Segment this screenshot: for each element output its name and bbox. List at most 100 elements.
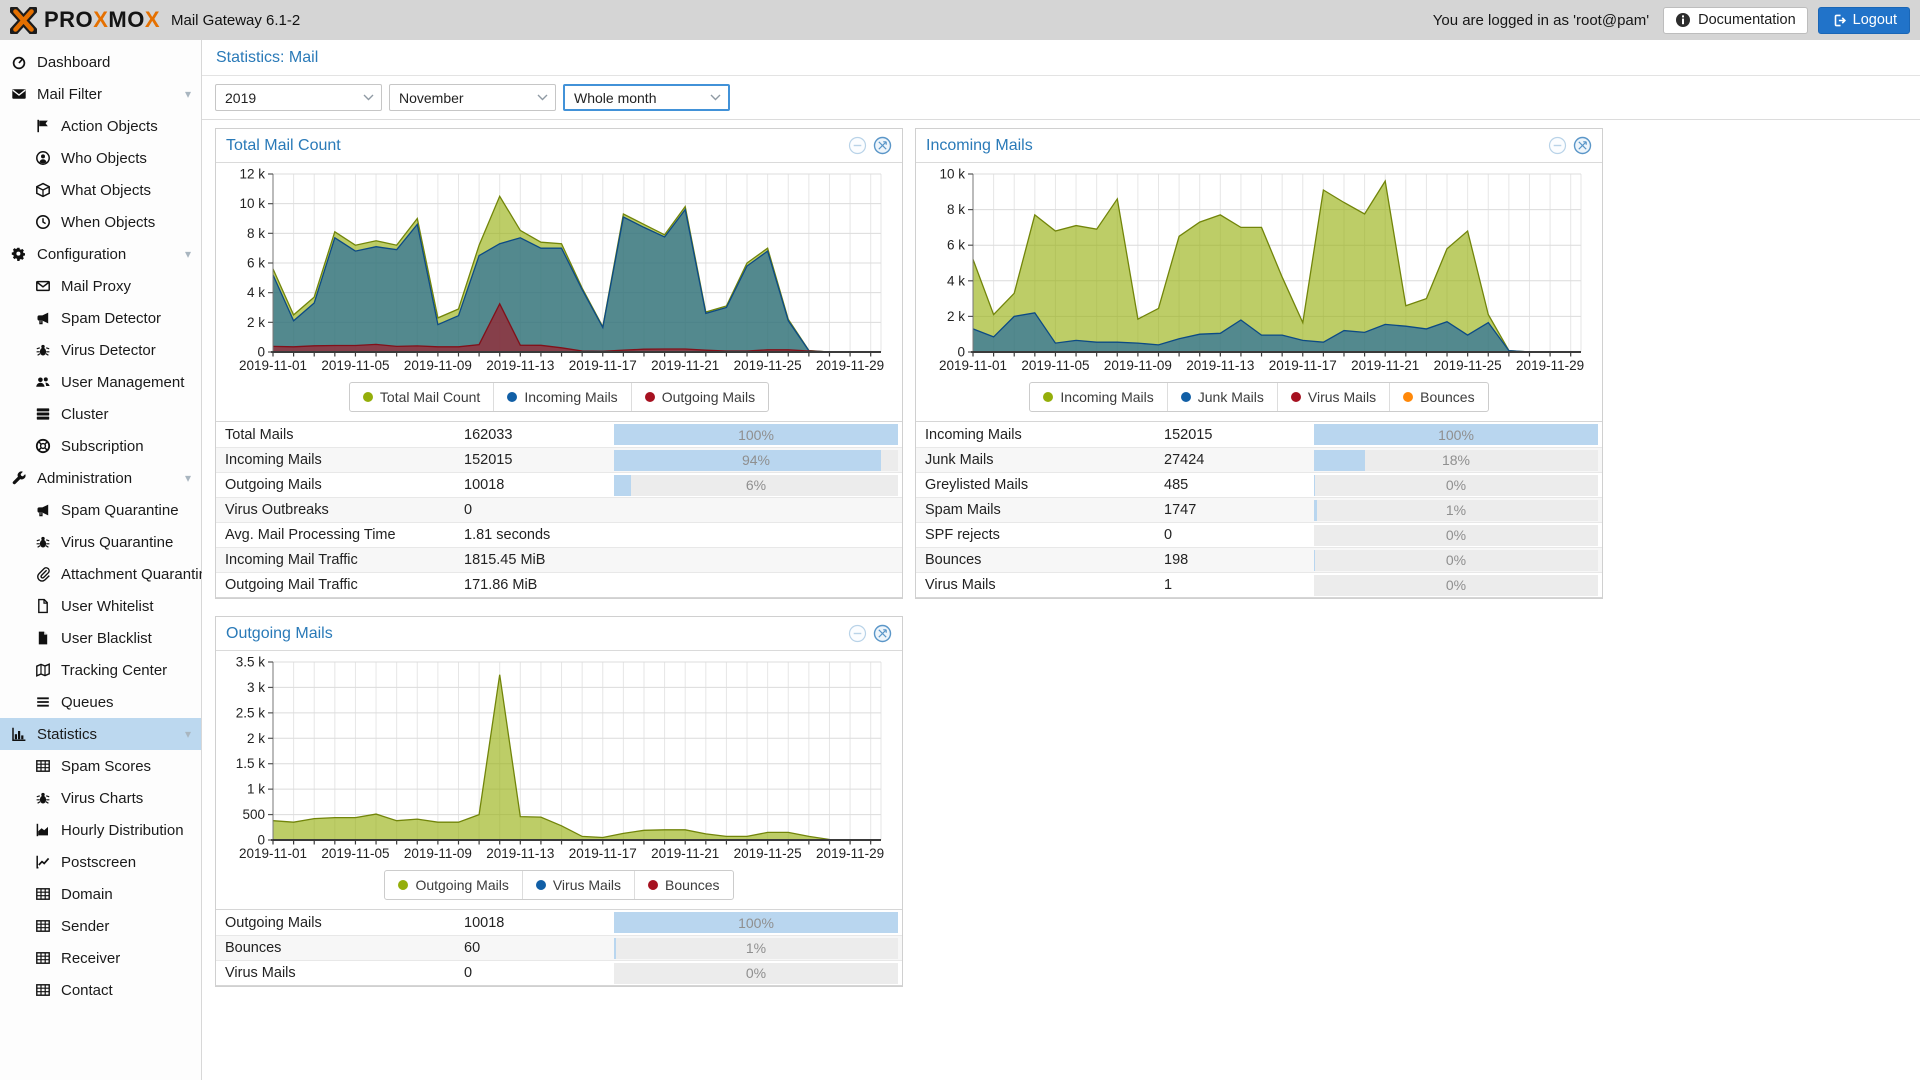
sidebar-item-spam-scores[interactable]: Spam Scores — [0, 750, 201, 782]
panel-tools — [848, 624, 892, 643]
page-title: Statistics: Mail — [216, 49, 318, 67]
sidebar-item-sender[interactable]: Sender — [0, 910, 201, 942]
table-row: Virus Outbreaks0 — [216, 497, 902, 522]
move-window-icon[interactable] — [873, 624, 892, 643]
sidebar-item-queues[interactable]: Queues — [0, 686, 201, 718]
incoming-mails-panel: Incoming Mails 02 k4 k6 k8 k10 k2019-11-… — [915, 128, 1603, 599]
year-select[interactable]: 2019 — [215, 84, 382, 111]
sidebar-item-virus-quarantine[interactable]: Virus Quarantine — [0, 526, 201, 558]
sidebar-item-user-whitelist[interactable]: User Whitelist — [0, 590, 201, 622]
sidebar-item-virus-charts[interactable]: Virus Charts — [0, 782, 201, 814]
chevron-down-icon — [537, 94, 548, 101]
row-label: Avg. Mail Processing Time — [216, 527, 464, 543]
sidebar-item-attachment-quarantine[interactable]: Attachment Quarantine — [0, 558, 201, 590]
svg-text:2019-11-17: 2019-11-17 — [569, 846, 637, 861]
panel-header: Outgoing Mails — [216, 617, 902, 651]
sidebar-item-cluster[interactable]: Cluster — [0, 398, 201, 430]
sidebar-item-action-objects[interactable]: Action Objects — [0, 110, 201, 142]
sidebar-item-spam-quarantine[interactable]: Spam Quarantine — [0, 494, 201, 526]
row-value: 152015 — [464, 452, 614, 468]
legend-item-virus-mails: Virus Mails — [1277, 383, 1389, 411]
table-row: Avg. Mail Processing Time1.81 seconds — [216, 522, 902, 547]
row-percent-bar: 0% — [1314, 475, 1602, 496]
row-label: Virus Mails — [916, 577, 1164, 593]
sidebar-item-administration[interactable]: Administration▾ — [0, 462, 201, 494]
sidebar-item-label: Spam Quarantine — [61, 502, 179, 519]
lifering-icon — [34, 438, 52, 454]
sidebar-item-label: User Blacklist — [61, 630, 152, 647]
sidebar-item-mail-proxy[interactable]: Mail Proxy — [0, 270, 201, 302]
row-percent-bar — [614, 500, 902, 521]
sidebar-item-configuration[interactable]: Configuration▾ — [0, 238, 201, 270]
sidebar-item-statistics[interactable]: Statistics▾ — [0, 718, 201, 750]
sidebar-item-postscreen[interactable]: Postscreen — [0, 846, 201, 878]
brand: PROXMOX Mail Gateway 6.1-2 — [10, 7, 300, 34]
collapse-minus-icon[interactable] — [848, 136, 867, 155]
legend-box: Outgoing MailsVirus MailsBounces — [384, 870, 733, 900]
table-row: Total Mails162033100% — [216, 422, 902, 447]
documentation-button[interactable]: Documentation — [1663, 7, 1808, 34]
sidebar: Dashboard Mail Filter▾Action Objects Who O… — [0, 40, 202, 1080]
sidebar-item-label: Domain — [61, 886, 113, 903]
sidebar-item-label: Who Objects — [61, 150, 147, 167]
page-title-bar: Statistics: Mail — [202, 40, 1920, 76]
sidebar-item-spam-detector[interactable]: Spam Detector — [0, 302, 201, 334]
legend-dot-icon — [1181, 392, 1191, 402]
sidebar-item-contact[interactable]: Contact — [0, 974, 201, 1006]
sidebar-item-subscription[interactable]: Subscription — [0, 430, 201, 462]
row-value: 1815.45 MiB — [464, 552, 614, 568]
info-icon — [1675, 12, 1691, 28]
sidebar-item-when-objects[interactable]: When Objects — [0, 206, 201, 238]
table-row: Outgoing Mails10018100% — [216, 910, 902, 935]
svg-text:2 k: 2 k — [947, 309, 965, 324]
map-icon — [34, 662, 52, 678]
row-percent-label: 0% — [1314, 525, 1598, 546]
row-label: Virus Mails — [216, 965, 464, 981]
gears-icon — [10, 246, 28, 262]
table-row: Outgoing Mails100186% — [216, 472, 902, 497]
svg-text:1.5 k: 1.5 k — [236, 756, 266, 771]
month-select[interactable]: November — [389, 84, 556, 111]
legend-item-outgoing-mails: Outgoing Mails — [385, 871, 521, 899]
sidebar-item-label: Sender — [61, 918, 109, 935]
sidebar-item-hourly-distribution[interactable]: Hourly Distribution — [0, 814, 201, 846]
sidebar-item-tracking-center[interactable]: Tracking Center — [0, 654, 201, 686]
sidebar-item-label: When Objects — [61, 214, 155, 231]
collapse-minus-icon[interactable] — [848, 624, 867, 643]
sidebar-item-receiver[interactable]: Receiver — [0, 942, 201, 974]
topbar-right: You are logged in as 'root@pam' Document… — [1433, 7, 1910, 34]
row-value: 0 — [464, 965, 614, 981]
svg-text:10 k: 10 k — [239, 196, 265, 211]
sidebar-item-domain[interactable]: Domain — [0, 878, 201, 910]
sidebar-item-dashboard[interactable]: Dashboard — [0, 46, 201, 78]
row-percent-bar — [614, 525, 902, 546]
row-value: 198 — [1164, 552, 1314, 568]
sidebar-item-who-objects[interactable]: Who Objects — [0, 142, 201, 174]
row-label: Incoming Mails — [216, 452, 464, 468]
row-percent-label: 18% — [1314, 450, 1598, 471]
sidebar-item-user-blacklist[interactable]: User Blacklist — [0, 622, 201, 654]
move-window-icon[interactable] — [873, 136, 892, 155]
legend-label: Virus Mails — [1308, 389, 1376, 405]
row-value: 1.81 seconds — [464, 527, 614, 543]
sidebar-item-mail-filter[interactable]: Mail Filter▾ — [0, 78, 201, 110]
collapse-minus-icon[interactable] — [1548, 136, 1567, 155]
range-select[interactable]: Whole month — [563, 84, 730, 111]
row-value: 10018 — [464, 477, 614, 493]
table-row: Bounces601% — [216, 935, 902, 960]
stats-table: Total Mails162033100% Incoming Mails15201… — [216, 421, 902, 598]
logout-button[interactable]: Logout — [1818, 7, 1910, 34]
move-window-icon[interactable] — [1573, 136, 1592, 155]
legend-label: Junk Mails — [1198, 389, 1264, 405]
sidebar-item-label: Dashboard — [37, 54, 110, 71]
svg-text:12 k: 12 k — [239, 167, 265, 182]
row-percent-bar: 0% — [614, 963, 902, 984]
sidebar-item-virus-detector[interactable]: Virus Detector — [0, 334, 201, 366]
legend-label: Incoming Mails — [1060, 389, 1153, 405]
legend-label: Incoming Mails — [524, 389, 617, 405]
legend-dot-icon — [648, 880, 658, 890]
sidebar-item-user-management[interactable]: User Management — [0, 366, 201, 398]
sidebar-item-what-objects[interactable]: What Objects — [0, 174, 201, 206]
bug-icon — [34, 342, 52, 358]
chart-line-icon — [34, 854, 52, 870]
